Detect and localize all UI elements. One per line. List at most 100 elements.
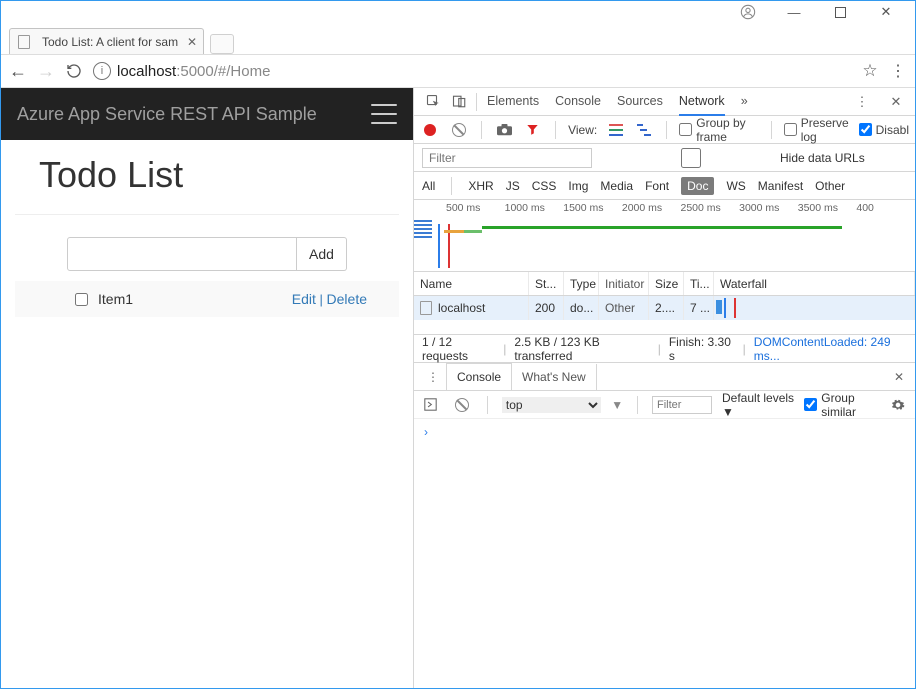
new-tab-button[interactable] <box>210 34 234 54</box>
type-xhr[interactable]: XHR <box>468 179 493 193</box>
brand-title: Azure App Service REST API Sample <box>17 104 317 125</box>
item-actions: Edit | Delete <box>292 291 367 307</box>
network-timeline[interactable]: 500 ms 1000 ms 1500 ms 2000 ms 2500 ms 3… <box>414 200 915 272</box>
forward-button: → <box>37 62 55 80</box>
tab-network[interactable]: Network <box>679 88 725 116</box>
list-item: Item1 Edit | Delete <box>15 281 399 317</box>
group-similar-checkbox[interactable]: Group similar <box>804 391 877 419</box>
table-row[interactable]: localhost 200 do... Other 2.... 7 ... <box>414 296 915 320</box>
network-filter-input[interactable] <box>422 148 592 168</box>
console-prompt-icon: › <box>424 425 428 439</box>
browser-tab-title: Todo List: A client for sam <box>42 35 178 49</box>
view-label: View: <box>568 123 597 137</box>
timeline-ticks: 500 ms 1000 ms 1500 ms 2000 ms 2500 ms 3… <box>414 200 915 214</box>
browser-tab[interactable]: Todo List: A client for sam ✕ <box>9 28 204 54</box>
type-all[interactable]: All <box>422 179 435 193</box>
type-js[interactable]: JS <box>506 179 520 193</box>
clear-button[interactable] <box>449 117 470 143</box>
item-checkbox[interactable] <box>75 293 88 306</box>
network-type-filters: All XHR JS CSS Img Media Font Doc WS Man… <box>414 172 915 200</box>
profile-icon[interactable] <box>725 1 771 23</box>
network-table: Name St... Type Initiator Size Ti... Wat… <box>414 272 915 335</box>
col-waterfall[interactable]: Waterfall 2.00 s ▲ <box>714 272 915 295</box>
console-body[interactable]: › <box>414 419 915 688</box>
disable-cache-checkbox[interactable]: Disabl <box>859 123 909 137</box>
type-css[interactable]: CSS <box>532 179 557 193</box>
address-bar[interactable]: i localhost:5000/#/Home <box>93 62 851 80</box>
drawer-menu-icon[interactable]: ⋮ <box>420 364 446 390</box>
view-list-icon[interactable] <box>605 117 626 143</box>
devtools-toolbar: Elements Console Sources Network » ⋮ ✕ <box>414 88 915 116</box>
drawer-tab-console[interactable]: Console <box>446 363 512 390</box>
device-toolbar-icon[interactable] <box>446 89 472 115</box>
devtools-close-icon[interactable]: ✕ <box>883 89 909 115</box>
console-clear-icon[interactable] <box>452 392 474 418</box>
link-divider: | <box>316 292 327 307</box>
col-status[interactable]: St... <box>529 272 564 295</box>
col-time[interactable]: Ti... <box>684 272 714 295</box>
console-settings-icon[interactable] <box>887 392 909 418</box>
delete-link[interactable]: Delete <box>327 291 367 307</box>
capture-screenshots-icon[interactable] <box>494 117 515 143</box>
col-initiator[interactable]: Initiator <box>599 272 649 295</box>
network-status-bar: 1 / 12 requests | 2.5 KB / 123 KB transf… <box>414 335 915 363</box>
back-button[interactable]: ← <box>9 62 27 80</box>
drawer-close-icon[interactable]: ✕ <box>889 370 909 384</box>
edit-link[interactable]: Edit <box>292 291 316 307</box>
view-waterfall-icon[interactable] <box>634 117 655 143</box>
hide-data-urls-checkbox[interactable]: Hide data URLs <box>606 148 865 168</box>
new-item-input[interactable] <box>67 237 297 271</box>
status-transferred: 2.5 KB / 123 KB transferred <box>514 335 649 363</box>
bookmark-star-icon[interactable]: ☆ <box>861 62 879 80</box>
type-font[interactable]: Font <box>645 179 669 193</box>
type-manifest[interactable]: Manifest <box>758 179 803 193</box>
col-size[interactable]: Size <box>649 272 684 295</box>
browser-tabstrip: Todo List: A client for sam ✕ <box>1 23 915 54</box>
preserve-log-checkbox[interactable]: Preserve log <box>784 116 851 144</box>
col-type[interactable]: Type <box>564 272 599 295</box>
context-select[interactable]: top <box>502 397 601 413</box>
type-ws[interactable]: WS <box>726 179 745 193</box>
doc-icon <box>420 301 432 315</box>
drawer-tabstrip: ⋮ Console What's New ✕ <box>414 363 915 391</box>
browser-menu-icon[interactable]: ⋮ <box>889 62 907 80</box>
type-other[interactable]: Other <box>815 179 845 193</box>
status-requests: 1 / 12 requests <box>422 335 495 363</box>
log-levels-dropdown[interactable]: Default levels ▼ <box>722 391 794 419</box>
add-item-form: Add <box>67 237 399 271</box>
tab-sources[interactable]: Sources <box>617 88 663 116</box>
network-filter-row: Hide data URLs <box>414 144 915 172</box>
tab-console[interactable]: Console <box>555 88 601 116</box>
type-img[interactable]: Img <box>568 179 588 193</box>
window-close-button[interactable]: ✕ <box>863 1 909 23</box>
page-title: Todo List <box>15 150 399 208</box>
window-maximize-button[interactable] <box>817 1 863 23</box>
console-sidebar-icon[interactable] <box>420 392 442 418</box>
reload-button[interactable] <box>65 62 83 80</box>
site-info-icon[interactable]: i <box>93 62 111 80</box>
status-finish: Finish: 3.30 s <box>669 335 735 363</box>
tab-elements[interactable]: Elements <box>487 88 539 116</box>
console-filter-input[interactable] <box>652 396 712 414</box>
add-button[interactable]: Add <box>297 237 347 271</box>
tab-close-icon[interactable]: ✕ <box>187 35 197 49</box>
type-doc[interactable]: Doc <box>681 177 714 195</box>
page-icon <box>18 35 30 49</box>
devtools-menu-icon[interactable]: ⋮ <box>849 89 875 115</box>
group-by-frame-checkbox[interactable]: Group by frame <box>679 116 759 144</box>
inspect-element-icon[interactable] <box>420 89 446 115</box>
console-toolbar: top ▼ Default levels ▼ Group similar <box>414 391 915 419</box>
tab-more[interactable]: » <box>741 88 748 116</box>
window-minimize-button[interactable]: — <box>771 1 817 23</box>
devtools-panel: Elements Console Sources Network » ⋮ ✕ <box>414 88 915 688</box>
col-name[interactable]: Name <box>414 272 529 295</box>
record-button[interactable] <box>420 117 441 143</box>
window-titlebar: — ✕ <box>1 1 915 23</box>
hamburger-menu-icon[interactable] <box>371 104 397 124</box>
network-controls: View: Group by frame Preserve log Disabl <box>414 116 915 144</box>
type-media[interactable]: Media <box>600 179 633 193</box>
url-text: localhost:5000/#/Home <box>117 63 270 80</box>
drawer-tab-whatsnew[interactable]: What's New <box>512 364 597 390</box>
filter-toggle-icon[interactable] <box>523 117 544 143</box>
item-label: Item1 <box>98 291 133 307</box>
